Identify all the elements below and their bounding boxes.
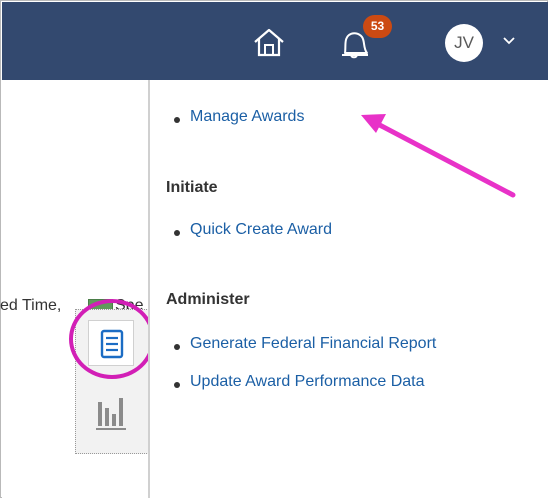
menu-link-manage-awards[interactable]: Manage Awards <box>190 108 304 126</box>
home-icon[interactable] <box>252 27 286 57</box>
partial-chart-pane: ed Time, Spe <box>0 80 155 498</box>
notification-badge: 53 <box>363 15 392 38</box>
list-bullet <box>174 382 180 388</box>
chevron-down-icon[interactable] <box>502 36 516 46</box>
list-bullet <box>174 230 180 236</box>
highlight-circle-annotation <box>69 299 155 379</box>
user-avatar[interactable]: JV <box>445 24 483 62</box>
section-title-administer: Administer <box>166 291 250 308</box>
menu-link-update-award-performance-data[interactable]: Update Award Performance Data <box>190 373 425 391</box>
list-bullet <box>174 344 180 350</box>
legend-label: ed Time, <box>0 297 62 314</box>
menu-link-quick-create-award[interactable]: Quick Create Award <box>190 221 332 239</box>
chart-view-button[interactable] <box>88 390 134 436</box>
section-title-initiate: Initiate <box>166 179 218 196</box>
app-header: 53 JV <box>2 2 548 80</box>
bar-chart-icon <box>96 398 126 430</box>
window-frame: 53 JV ed Time, Spe Manage Awards Initiat… <box>0 0 548 498</box>
list-bullet <box>174 117 180 123</box>
menu-link-generate-federal-financial-report[interactable]: Generate Federal Financial Report <box>190 335 436 353</box>
arrow-annotation-icon <box>361 114 516 198</box>
